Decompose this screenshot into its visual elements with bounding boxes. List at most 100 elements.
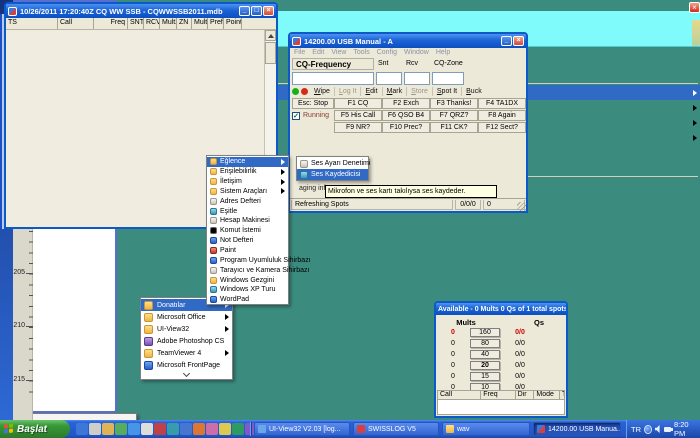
- f10-prec-button[interactable]: F10 Prec?: [382, 122, 430, 133]
- accessories-item-windows-explorer[interactable]: Windows Gezgini: [207, 275, 288, 285]
- entry-window-titlebar[interactable]: 14200.00 USB Manual - A _ ×: [290, 34, 526, 48]
- band-15-button[interactable]: 15: [470, 372, 500, 381]
- column-header-mode[interactable]: Mode: [534, 390, 560, 400]
- scroll-up-button[interactable]: [265, 30, 276, 41]
- programs-item-ui-view32[interactable]: UI-View32: [141, 323, 232, 335]
- accessories-item-system-tools[interactable]: Sistem Araçları: [207, 187, 288, 197]
- band-20-button[interactable]: 20: [470, 361, 500, 370]
- minimize-button[interactable]: _: [239, 6, 250, 16]
- quick-launch-icon[interactable]: [193, 423, 205, 435]
- accessories-item-entertainment[interactable]: Eğlence: [207, 157, 288, 167]
- rcv-input[interactable]: [404, 72, 430, 85]
- menu-config[interactable]: Config: [377, 49, 397, 56]
- accessories-item-synchronize[interactable]: Eşitle: [207, 206, 288, 216]
- log-window-titlebar[interactable]: 10/26/2011 17:20:40Z CQ WW SSB - CQWWSSB…: [6, 4, 276, 18]
- band-80-button[interactable]: 80: [470, 339, 500, 348]
- quick-launch-icon[interactable]: [141, 423, 153, 435]
- band-40-button[interactable]: 40: [470, 350, 500, 359]
- programs-item-microsoft-office[interactable]: Microsoft Office: [141, 311, 232, 323]
- quick-launch-icon[interactable]: [154, 423, 166, 435]
- column-header-rcv[interactable]: RCV: [144, 18, 160, 29]
- clock[interactable]: 8:20 PM: [674, 420, 696, 438]
- f11-ck-button[interactable]: F11 CK?: [430, 122, 478, 133]
- accessories-item-command-prompt[interactable]: Komut İstemi: [207, 226, 288, 236]
- language-icon[interactable]: [644, 425, 652, 434]
- task-button-swisslog[interactable]: SWISSLOG V5: [353, 422, 439, 436]
- accessories-item-address-book[interactable]: Adres Defteri: [207, 196, 288, 206]
- f3-thanks-button[interactable]: F3 Thanks!: [430, 98, 478, 109]
- f2-exch-button[interactable]: F2 Exch: [382, 98, 430, 109]
- volume-icon[interactable]: [655, 425, 661, 433]
- menu-help[interactable]: Help: [436, 49, 450, 56]
- menu-tools[interactable]: Tools: [353, 49, 369, 56]
- quick-launch-icon[interactable]: [128, 423, 140, 435]
- minimize-button[interactable]: _: [501, 36, 512, 46]
- column-header-call[interactable]: Call: [437, 390, 481, 400]
- mark-button[interactable]: Mark: [383, 87, 408, 96]
- column-header-mult[interactable]: Mult: [192, 18, 208, 29]
- quick-launch-icon[interactable]: [206, 423, 218, 435]
- entertainment-item-volume-control[interactable]: Ses Ayarı Denetimi: [297, 158, 368, 169]
- quick-launch-icon[interactable]: [115, 423, 127, 435]
- quick-launch-icon[interactable]: [102, 423, 114, 435]
- resize-grip[interactable]: [517, 202, 526, 211]
- programs-item-teamviewer[interactable]: TeamViewer 4: [141, 347, 232, 359]
- programs-item-photoshop[interactable]: Adobe Photoshop CS: [141, 335, 232, 347]
- column-header-zn[interactable]: ZN: [177, 18, 192, 29]
- quick-launch-icon[interactable]: [167, 423, 179, 435]
- menu-expand-chevron-icon[interactable]: [141, 371, 232, 379]
- available-titlebar[interactable]: Available - 0 Mults 0 Qs of 1 total spot…: [436, 303, 566, 315]
- column-header-ts[interactable]: TS: [6, 18, 58, 29]
- background-window-close-button[interactable]: ×: [689, 2, 700, 13]
- column-header-points[interactable]: Points: [224, 18, 242, 29]
- callsign-input[interactable]: [292, 72, 374, 85]
- menu-window[interactable]: Window: [404, 49, 429, 56]
- column-header-call[interactable]: Call: [58, 18, 94, 29]
- maximize-button[interactable]: □: [251, 6, 262, 16]
- task-button-uiview32[interactable]: UI-View32 V2.03 [log...: [254, 422, 350, 436]
- accessories-item-communications[interactable]: İletişim: [207, 177, 288, 187]
- accessories-item-calculator[interactable]: Hesap Makinesi: [207, 216, 288, 226]
- f4-ta1dx-button[interactable]: F4 TA1DX: [478, 98, 526, 109]
- zone-input[interactable]: [432, 72, 464, 85]
- f9-nr-button[interactable]: F9 NR?: [334, 122, 382, 133]
- task-button-usb-manual[interactable]: 14200.00 USB Manua...: [533, 422, 621, 436]
- accessories-item-accessibility[interactable]: Erişilebilirlik: [207, 167, 288, 177]
- f6-qso-b4-button[interactable]: F6 QSO B4: [382, 110, 430, 121]
- spot-it-button[interactable]: Spot It: [433, 87, 462, 96]
- quick-launch-icon[interactable]: [180, 423, 192, 435]
- edit-button[interactable]: Edit: [361, 87, 382, 96]
- quick-launch-icon[interactable]: [89, 423, 101, 435]
- f7-qrz-button[interactable]: F7 QRZ?: [430, 110, 478, 121]
- scrollbar-thumb[interactable]: [265, 42, 276, 64]
- language-indicator[interactable]: TR: [631, 425, 641, 434]
- band-160-button[interactable]: 160: [470, 328, 500, 337]
- log-it-button[interactable]: Log It: [335, 87, 362, 96]
- f1-cq-button[interactable]: F1 CQ: [334, 98, 382, 109]
- esc-stop-button[interactable]: Esc: Stop: [292, 98, 334, 109]
- column-header-prefix[interactable]: Prefix: [208, 18, 224, 29]
- battery-icon[interactable]: [664, 427, 671, 432]
- column-header-freq[interactable]: Freq: [481, 390, 515, 400]
- quick-launch-icon[interactable]: [219, 423, 231, 435]
- spot-list-area[interactable]: [437, 400, 565, 415]
- f8-again-button[interactable]: F8 Again: [478, 110, 526, 121]
- running-checkbox[interactable]: ✓: [292, 112, 300, 120]
- snt-input[interactable]: [376, 72, 402, 85]
- close-button[interactable]: ×: [263, 6, 274, 16]
- start-button[interactable]: Başlat: [0, 420, 70, 438]
- accessories-item-notepad[interactable]: Not Defteri: [207, 236, 288, 246]
- menu-file[interactable]: File: [294, 49, 305, 56]
- menu-view[interactable]: View: [331, 49, 346, 56]
- quick-launch-icon[interactable]: [232, 423, 244, 435]
- column-header-dir[interactable]: Dir: [516, 390, 535, 400]
- column-header-t[interactable]: T: [560, 390, 565, 400]
- accessories-item-paint[interactable]: Paint: [207, 246, 288, 256]
- accessories-item-windows-xp-tour[interactable]: Windows XP Turu: [207, 285, 288, 295]
- accessories-item-wordpad[interactable]: WordPad: [207, 295, 288, 305]
- menu-edit[interactable]: Edit: [312, 49, 324, 56]
- buck-button[interactable]: Buck: [462, 87, 486, 96]
- task-button-wav-folder[interactable]: wav: [442, 422, 530, 436]
- column-header-snt[interactable]: SNT: [128, 18, 144, 29]
- quick-launch-icon[interactable]: [76, 423, 88, 435]
